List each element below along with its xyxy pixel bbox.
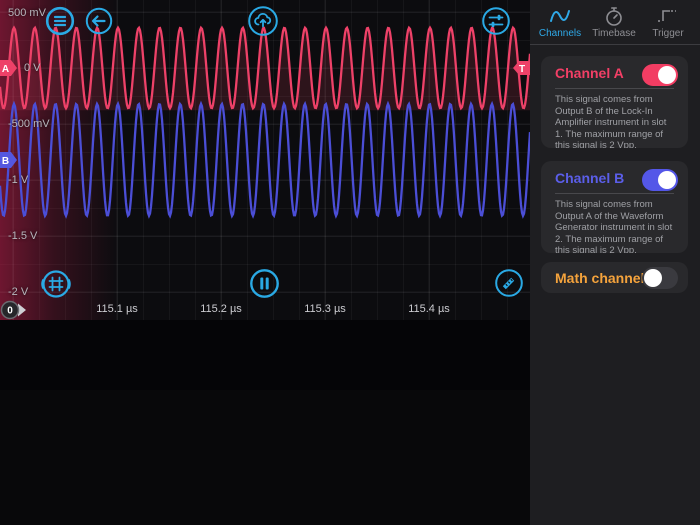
channel-b-card: Channel B This signal comes from Output … [541, 161, 688, 253]
tab-trigger[interactable]: Trigger [641, 6, 695, 39]
oscilloscope-app: A B T 0 500 mV 0 V -500 mV -1 V -1.5 V -… [0, 0, 700, 525]
channel-a-toggle[interactable] [642, 64, 678, 86]
tab-label: Timebase [587, 28, 641, 39]
waveforms [0, 28, 530, 216]
channel-b-trace [0, 104, 530, 216]
tab-channels[interactable]: Channels [533, 6, 587, 39]
voltage-label: -1.5 V [8, 230, 37, 242]
trigger-marker-label: T [519, 64, 525, 75]
sine-icon [548, 6, 572, 26]
cloud-upload-icon [255, 14, 270, 27]
grid-cursor-icon [42, 278, 70, 291]
pause-button[interactable] [249, 268, 280, 299]
grid-cursor-button[interactable] [41, 269, 71, 299]
back-button[interactable] [85, 7, 113, 35]
channel-b-description: This signal comes from Output A of the W… [541, 194, 688, 253]
display-settings-icon [490, 15, 503, 27]
channel-a-marker-label: A [2, 64, 9, 75]
voltage-label: 500 mV [8, 7, 46, 19]
channel-b-marker-label: B [2, 156, 9, 167]
menu-button[interactable] [45, 6, 75, 36]
ruler-button[interactable] [494, 268, 524, 298]
tab-label: Trigger [641, 28, 695, 39]
ruler-icon [503, 278, 514, 289]
voltage-label: -1 V [8, 174, 28, 186]
time-label: 115.3 µs [290, 303, 360, 315]
tab-timebase[interactable]: Timebase [587, 6, 641, 39]
time-origin-label: 0 [7, 306, 13, 317]
channel-b-toggle[interactable] [642, 169, 678, 191]
math-channel-card: Math channel [541, 262, 688, 293]
time-origin-marker[interactable]: 0 [2, 302, 27, 319]
voltage-label: -500 mV [8, 118, 50, 130]
math-channel-toggle[interactable] [642, 267, 678, 289]
time-label: 115.4 µs [394, 303, 464, 315]
oscilloscope-display[interactable]: A B T 0 500 mV 0 V -500 mV -1 V -1.5 V -… [0, 0, 530, 320]
menu-icon [55, 17, 65, 25]
measurement-history-panel: 200 ° 0 ° -200 ° -30 s -25 s -20 s -15 s… [0, 390, 530, 525]
voltage-label: 0 V [24, 62, 41, 74]
channel-a-description: This signal comes from Output B of the L… [541, 89, 688, 148]
voltage-label: -2 V [8, 286, 28, 298]
cloud-upload-button[interactable] [247, 5, 279, 37]
channel-b-marker[interactable]: B [0, 152, 17, 168]
settings-sidebar: Channels Timebase Trigger Channel A This… [530, 0, 700, 525]
trigger-step-icon [656, 6, 680, 26]
display-settings-button[interactable] [481, 6, 511, 36]
channel-a-card: Channel A This signal comes from Output … [541, 56, 688, 148]
stopwatch-icon [602, 6, 626, 26]
back-arrow-icon [93, 17, 105, 26]
measurements-bar: Hide details A Frequency 50.00 MHz B Fre… [0, 320, 530, 390]
time-label: 115.1 µs [82, 303, 152, 315]
time-label: 115.2 µs [186, 303, 256, 315]
sidebar-divider [530, 44, 700, 45]
pause-icon [260, 278, 268, 290]
tab-label: Channels [533, 28, 587, 39]
